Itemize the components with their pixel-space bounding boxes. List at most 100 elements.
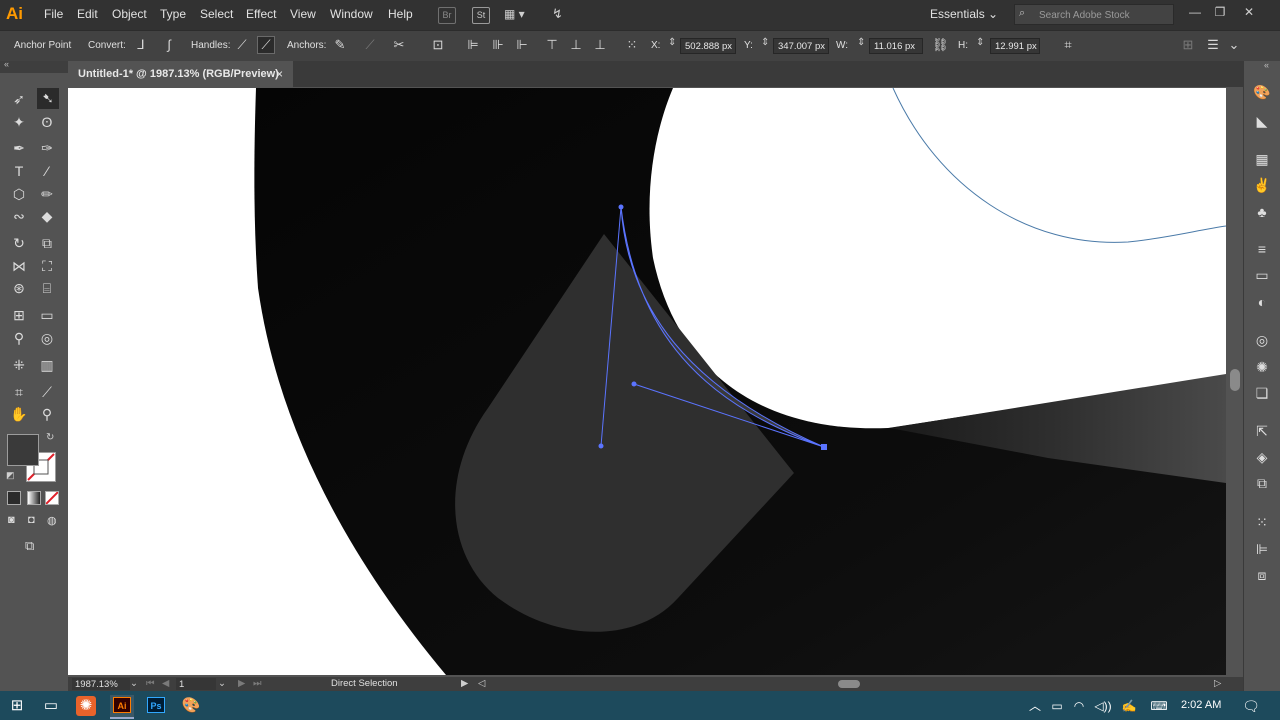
handle-point-mid[interactable] <box>631 381 637 387</box>
swap-fill-stroke-icon[interactable]: ↻ <box>46 432 54 443</box>
menu-edit[interactable]: Edit <box>77 7 98 21</box>
vertical-scroll-thumb[interactable] <box>1230 369 1240 391</box>
mesh-tool-icon[interactable]: ⊞ <box>9 305 29 325</box>
align-bottom-icon[interactable]: ⊥ <box>592 37 608 53</box>
menu-select[interactable]: Select <box>200 7 233 21</box>
graphic-styles-icon[interactable]: ✺ <box>1252 358 1272 376</box>
line-segment-tool-icon[interactable]: ⁄ <box>37 161 57 181</box>
close-window-button[interactable]: ✕ <box>1240 4 1258 20</box>
layers-icon[interactable]: ◈ <box>1252 448 1272 466</box>
convert-to-corner-icon[interactable]: ⅃ <box>133 37 149 53</box>
vertical-scrollbar[interactable] <box>1228 88 1242 675</box>
firefox-icon[interactable]: ✺ <box>76 696 96 716</box>
paintbrush-tool-icon[interactable]: ✏ <box>37 184 57 204</box>
shaper-tool-icon[interactable]: ∾ <box>9 206 29 226</box>
transparency-icon[interactable]: ◐ <box>1252 293 1272 311</box>
align-top-icon[interactable]: ⊤ <box>544 37 560 53</box>
expand-panels-icon[interactable]: « <box>1264 60 1269 70</box>
network-icon[interactable]: ◠ <box>1068 695 1090 717</box>
arrange-documents-icon[interactable]: ▦ ▾ <box>504 7 534 22</box>
y-stepper-icon[interactable]: ⇕ <box>761 37 769 48</box>
cut-path-icon[interactable]: ✂ <box>391 37 407 53</box>
keyboard-icon[interactable]: ⌨ <box>1148 695 1170 717</box>
magic-wand-tool-icon[interactable]: ✦ <box>9 112 29 132</box>
scroll-right-icon[interactable]: ▷ <box>1214 678 1221 689</box>
handle-point-left[interactable] <box>598 443 604 449</box>
swatches-icon[interactable]: ▦ <box>1252 150 1272 168</box>
notifications-icon[interactable]: 🗨 <box>1240 695 1262 717</box>
zoom-tool-icon[interactable]: ⚲ <box>37 404 57 424</box>
align-hcenter-icon[interactable]: ⊪ <box>490 37 506 53</box>
width-tool-icon[interactable]: ⋈ <box>9 256 29 276</box>
align-right-icon[interactable]: ⊩ <box>514 37 530 53</box>
gradient-panel-icon[interactable]: ▭ <box>1252 266 1272 284</box>
horizontal-scroll-thumb[interactable] <box>838 680 860 688</box>
color-panel-icon[interactable]: 🎨 <box>1252 83 1272 101</box>
eraser-tool-icon[interactable]: ◆ <box>37 206 57 226</box>
pen-tool-icon[interactable]: ✒ <box>9 138 29 158</box>
volume-icon[interactable]: ◁)) <box>1092 695 1114 717</box>
anchor-point-right[interactable] <box>821 444 827 450</box>
menu-effect[interactable]: Effect <box>246 7 276 21</box>
hand-tool-icon[interactable]: ✋ <box>9 404 29 424</box>
w-field[interactable]: 11.016 px <box>869 38 923 54</box>
panel-options-icon[interactable]: ☰ <box>1205 37 1221 53</box>
artboards-icon[interactable]: ⧉ <box>1252 474 1272 492</box>
windows-start-icon[interactable]: ⊞ <box>6 695 28 717</box>
menu-view[interactable]: View <box>290 7 316 21</box>
minimize-button[interactable]: — <box>1186 4 1204 20</box>
reference-point-icon[interactable]: ⁙ <box>624 37 640 53</box>
brushes-icon[interactable]: ✌ <box>1252 176 1272 194</box>
h-field[interactable]: 12.991 px <box>990 38 1040 54</box>
x-field[interactable]: 502.888 px <box>680 38 736 54</box>
collapse-icon[interactable]: « <box>4 59 9 69</box>
isolate-icon[interactable]: ⌗ <box>1060 37 1076 53</box>
y-field[interactable]: 347.007 px <box>773 38 829 54</box>
artboard-field[interactable]: 1 <box>176 678 216 690</box>
slice-tool-icon[interactable]: ⟋ <box>37 382 57 402</box>
taskbar-illustrator-button[interactable]: Ai <box>110 695 134 719</box>
menu-window[interactable]: Window <box>330 7 373 21</box>
gradient-mode-icon[interactable] <box>27 491 41 505</box>
symbols-icon[interactable]: ♣ <box>1252 203 1272 221</box>
bridge-icon[interactable]: Br <box>438 7 456 24</box>
rotate-tool-icon[interactable]: ↻ <box>9 233 29 253</box>
workspace-switcher[interactable]: Essentials ⌄ <box>930 7 998 21</box>
free-transform-tool-icon[interactable]: ⛶ <box>37 256 57 276</box>
menu-help[interactable]: Help <box>388 7 413 21</box>
paint-app-icon[interactable]: 🎨 <box>180 695 202 717</box>
zoom-field[interactable]: 1987.13% <box>72 678 130 690</box>
restore-button[interactable]: ❐ <box>1211 4 1229 20</box>
direct-selection-tool-icon[interactable]: ➷ <box>37 88 59 109</box>
constrain-proportions-icon[interactable]: ⛓ <box>932 37 949 53</box>
show-hidden-icons[interactable]: ︿ <box>1024 695 1046 717</box>
show-handles-icon[interactable]: ⟋ <box>234 37 250 53</box>
align-left-icon[interactable]: ⊫ <box>465 37 481 53</box>
color-guide-icon[interactable]: ◣ <box>1252 112 1272 130</box>
scroll-left-icon[interactable]: ◁ <box>478 678 485 689</box>
status-menu-icon[interactable]: ▶ <box>461 678 468 689</box>
shape-builder-tool-icon[interactable]: ⊛ <box>9 278 29 298</box>
align-panel-icon[interactable]: ⊫ <box>1252 540 1272 558</box>
symbol-sprayer-tool-icon[interactable]: ⁜ <box>9 355 29 375</box>
anchor-point-top[interactable] <box>618 204 624 210</box>
shape-tool-icon[interactable]: ⬡ <box>9 184 29 204</box>
battery-icon[interactable]: ▭ <box>1046 695 1068 717</box>
fill-swatch-front[interactable] <box>7 434 39 466</box>
white-hole[interactable] <box>649 88 1226 429</box>
appearance-icon[interactable]: ◎ <box>1252 331 1272 349</box>
gradient-tool-icon[interactable]: ▭ <box>37 305 57 325</box>
pathfinder-icon[interactable]: ⧈ <box>1252 566 1272 584</box>
panel-menu-icon[interactable]: ⌄ <box>1226 37 1242 53</box>
hide-handles-icon[interactable]: ⟋ <box>257 36 275 54</box>
export-icon[interactable]: ⇱ <box>1252 422 1272 440</box>
photoshop-icon[interactable]: Ps <box>147 697 165 713</box>
transform-icon[interactable]: ⁙ <box>1252 513 1272 531</box>
eyedropper-tool-icon[interactable]: ⚲ <box>9 328 29 348</box>
menu-type[interactable]: Type <box>160 7 186 21</box>
type-tool-icon[interactable]: T <box>9 161 29 181</box>
remove-anchor-icon[interactable]: ✎ <box>332 37 348 53</box>
selection-tool-icon[interactable]: ➶ <box>9 89 29 109</box>
artboard-tool-icon[interactable]: ⌗ <box>9 382 29 402</box>
document-tab[interactable]: Untitled-1* @ 1987.13% (RGB/Preview) × <box>68 61 293 88</box>
